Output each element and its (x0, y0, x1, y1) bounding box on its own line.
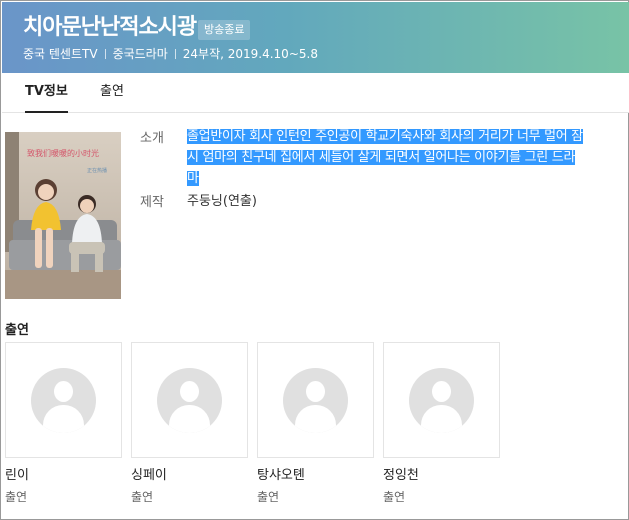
cast-name[interactable]: 정잉천 (383, 468, 500, 484)
intro-line: 시 엄마의 친구네 집에서 세들어 살게 되면서 일어나는 이야기를 그린 드라 (187, 150, 576, 165)
meta-divider (174, 49, 176, 59)
default-profile-icon (157, 367, 222, 433)
intro-line: 졸업반이자 회사 인턴인 주인공이 학교기숙사와 회사의 거리가 너무 멀어 잠 (187, 129, 583, 144)
tab-bar: TV정보 출연 (2, 73, 629, 113)
intro-line: 마 (187, 171, 199, 186)
producer-label: 제작 (140, 195, 164, 210)
cast-role: 출연 (383, 490, 406, 504)
title-banner: 치아문난난적소시광 방송종료 중국 텐센트TV 중국드라마 24부작, 2019.4… (2, 2, 629, 73)
poster-title-text: 致我们暖暖的小时光 (27, 148, 99, 158)
default-profile-icon (31, 367, 96, 433)
poster-sub-text: 正在热播 (87, 167, 107, 174)
poster-image[interactable]: 致我们暖暖的小时光 正在热播 (5, 132, 121, 299)
cast-photo[interactable] (5, 342, 122, 458)
status-badge: 방송종료 (198, 20, 251, 40)
producer-value: 주둥닝(연출) (187, 194, 257, 209)
cast-photo[interactable] (383, 342, 500, 458)
poster-illustration: 致我们暖暖的小时光 正在热播 (5, 132, 121, 299)
meta-channel: 중국 텐센트TV (23, 47, 98, 61)
cast-name[interactable]: 린이 (5, 468, 122, 484)
cast-photo[interactable] (131, 342, 248, 458)
tab-tv-info[interactable]: TV정보 (25, 73, 68, 113)
page-title: 치아문난난적소시광 (23, 15, 197, 40)
cast-role: 출연 (257, 490, 280, 504)
intro-text[interactable]: 졸업반이자 회사 인턴인 주인공이 학교기숙사와 회사의 거리가 너무 멀어 잠… (187, 126, 612, 189)
default-profile-icon (409, 367, 474, 433)
default-profile-icon (283, 367, 348, 433)
cast-name[interactable]: 탕샤오톈 (257, 468, 374, 484)
cast-heading: 출연 (5, 323, 29, 338)
meta-divider (104, 49, 106, 59)
cast-role: 출연 (5, 490, 28, 504)
cast-card[interactable]: 탕샤오톈 출연 (257, 342, 374, 505)
cast-card[interactable]: 린이 출연 (5, 342, 122, 505)
program-meta: 중국 텐센트TV 중국드라마 24부작, 2019.4.10~5.8 (23, 46, 318, 62)
intro-label: 소개 (140, 131, 164, 146)
page-frame: 치아문난난적소시광 방송종료 중국 텐센트TV 중국드라마 24부작, 2019.4… (0, 0, 629, 520)
meta-episodes: 24부작, 2019.4.10~5.8 (182, 47, 318, 61)
cast-card[interactable]: 싱페이 출연 (131, 342, 248, 505)
cast-role: 출연 (131, 490, 154, 504)
cast-card[interactable]: 정잉천 출연 (383, 342, 500, 505)
cast-name[interactable]: 싱페이 (131, 468, 248, 484)
meta-genre: 중국드라마 (112, 47, 168, 61)
cast-photo[interactable] (257, 342, 374, 458)
tab-cast[interactable]: 출연 (100, 73, 124, 113)
